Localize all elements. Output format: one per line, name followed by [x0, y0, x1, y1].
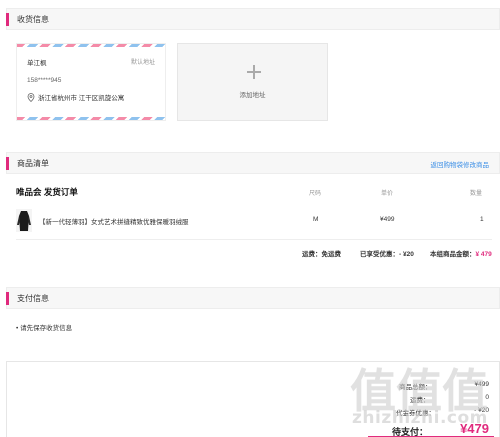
summary-label: 代金券优惠：	[396, 410, 435, 417]
payment-note: • 请先保存收货信息	[16, 325, 73, 332]
discount-value: - ¥20	[399, 251, 414, 258]
summary-label: 运费：	[410, 397, 430, 404]
address-card[interactable]: 单江枫 默认地址 158*****945 浙江省杭州市 江干区凯旋公寓	[16, 43, 166, 121]
add-address-button[interactable]: 添加地址	[177, 43, 328, 121]
discount: 已享受优惠：- ¥20	[360, 248, 414, 258]
summary-value: 0	[485, 394, 489, 401]
address-text: 浙江省杭州市 江干区凯旋公寓	[38, 95, 125, 102]
group-total-value: ¥ 479	[475, 251, 492, 258]
address-line: 浙江省杭州市 江干区凯旋公寓	[27, 92, 124, 102]
group-total: 本组商品金额：¥ 479	[430, 248, 492, 258]
address-stripe	[17, 44, 165, 47]
address-phone: 158*****945	[27, 77, 62, 84]
section-title: 收货信息	[17, 15, 49, 24]
address-stripe	[17, 117, 165, 120]
products-section-header: 商品清单 返回购物袋修改商品	[6, 152, 500, 174]
product-size: M	[313, 216, 319, 223]
shipping-fee: 运费：免运费	[302, 248, 341, 258]
column-header-price: 单价	[381, 191, 394, 197]
back-to-cart-link[interactable]: 返回购物袋修改商品	[431, 159, 490, 169]
amount-due-value: ¥479	[460, 421, 489, 436]
shipping-fee-value: 免运费	[321, 251, 342, 258]
payment-section-header: 支付信息	[6, 287, 500, 309]
store-name: 唯品会 发货订单	[16, 187, 78, 197]
product-row: 【新一代轻薄羽】女式艺术拼缝精致优雅保暖羽绒服 M ¥499 1	[16, 204, 492, 240]
summary-value: ¥499	[474, 381, 489, 388]
plus-icon	[247, 65, 261, 79]
location-pin-icon	[27, 92, 35, 102]
group-total-label: 本组商品金额：	[430, 251, 476, 258]
section-title: 支付信息	[17, 294, 49, 303]
product-title[interactable]: 【新一代轻薄羽】女式艺术拼缝精致优雅保暖羽绒服	[39, 216, 189, 226]
column-header-size: 尺码	[309, 191, 322, 197]
address-name: 单江枫	[27, 60, 47, 67]
discount-label: 已享受优惠：	[360, 251, 399, 258]
shipping-fee-label: 运费：	[302, 251, 322, 258]
product-price: ¥499	[380, 216, 395, 223]
add-address-label: 添加地址	[239, 92, 266, 99]
product-qty: 1	[480, 216, 484, 223]
shipping-section-header: 收货信息	[6, 8, 500, 30]
summary-label: 商品总额：	[399, 384, 432, 391]
product-thumbnail[interactable]	[16, 209, 32, 232]
summary-value: - ¥20	[474, 407, 489, 414]
section-title: 商品清单	[17, 159, 49, 168]
column-header-qty: 数量	[470, 191, 483, 197]
default-address-tag: 默认地址	[130, 60, 155, 66]
